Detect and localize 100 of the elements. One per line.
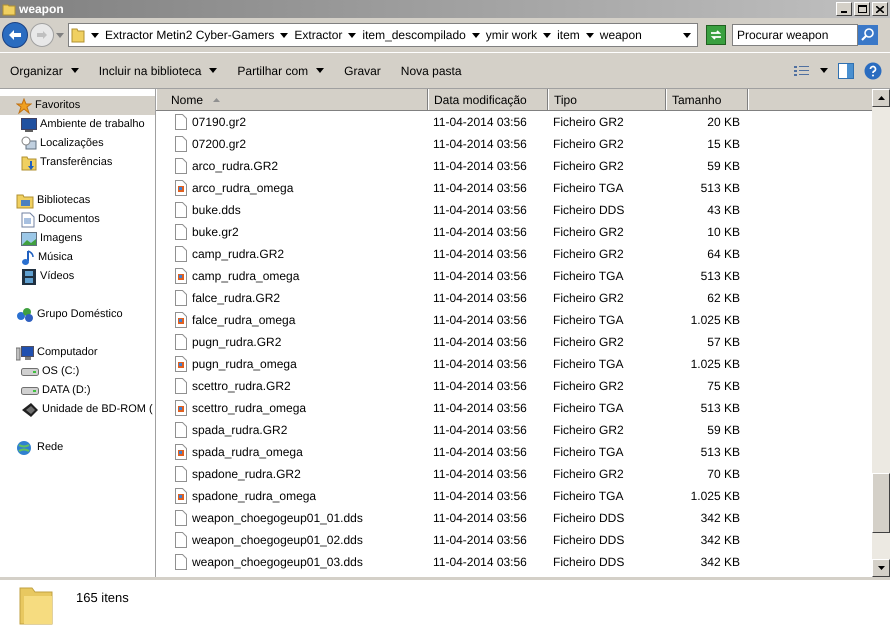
file-row[interactable]: spadone_rudra.GR2 11-04-2014 03:56 Ficheiro GR2 70 KB: [156, 463, 872, 485]
size-cell-text: 342 KB: [700, 510, 740, 527]
network-icon: [16, 440, 34, 456]
nav-item[interactable]: Transferências: [0, 153, 155, 172]
file-row[interactable]: 07200.gr2 11-04-2014 03:56 Ficheiro GR2 15 KB: [156, 133, 872, 155]
file-row[interactable]: weapon_choegogeup01_02.dds 11-04-2014 03:56 Ficheiro DDS 342 KB: [156, 529, 872, 551]
dropdown-icon: [316, 68, 324, 73]
address-bar[interactable]: Extractor Metin2 Cyber-Gamers Extractor item_descompilado ymir work item weapon: [68, 23, 698, 47]
size-cell-text: 10 KB: [706, 224, 740, 241]
file-name: camp_rudra_omega: [192, 268, 300, 285]
date-cell-text: 11-04-2014 03:56: [432, 334, 528, 351]
file-name: spadone_rudra.GR2: [192, 466, 301, 483]
nav-item[interactable]: DATA (D:): [0, 381, 155, 400]
maximize-button[interactable]: [854, 2, 870, 16]
file-row[interactable]: weapon_choegogeup01_01.dds 11-04-2014 03:56 Ficheiro DDS 342 KB: [156, 507, 872, 529]
file-name: spadone_rudra_omega: [192, 488, 316, 505]
breadcrumb[interactable]: item_descompilado: [362, 26, 466, 44]
type-cell-text: Ficheiro GR2: [552, 466, 625, 483]
toolbar-button[interactable]: Nova pasta: [400, 62, 462, 80]
nav-item[interactable]: Unidade de BD-ROM (: [0, 400, 155, 419]
toolbar-button[interactable]: Organizar: [10, 62, 79, 80]
size-cell-text: 59 KB: [706, 158, 740, 175]
file-row[interactable]: weapon_choegogeup01_03.dds 11-04-2014 03:56 Ficheiro DDS 342 KB: [156, 551, 872, 573]
search-icon[interactable]: [858, 25, 878, 45]
file-name: 07200.gr2: [192, 136, 246, 153]
nav-item[interactable]: Rede: [0, 438, 155, 457]
toolbar-button[interactable]: Partilhar com: [237, 62, 324, 80]
nav-item[interactable]: Grupo Doméstico: [0, 305, 155, 324]
file-row[interactable]: buke.dds 11-04-2014 03:56 Ficheiro DDS 43 KB: [156, 199, 872, 221]
date-cell-text: 11-04-2014 03:56: [432, 224, 528, 241]
breadcrumb[interactable]: ymir work: [486, 26, 538, 44]
window-title: weapon: [19, 1, 64, 18]
scroll-thumb[interactable]: [872, 473, 890, 533]
date-cell-text: 11-04-2014 03:56: [432, 202, 528, 219]
file-name: buke.gr2: [192, 224, 239, 241]
column-header[interactable]: Tamanho: [666, 89, 748, 110]
toolbar-button[interactable]: Gravar: [344, 62, 381, 80]
breadcrumb[interactable]: Extractor: [294, 26, 342, 44]
file-icon: [175, 510, 187, 526]
file-row[interactable]: scettro_rudra.GR2 11-04-2014 03:56 Ficheiro GR2 75 KB: [156, 375, 872, 397]
file-row[interactable]: arco_rudra_omega 11-04-2014 03:56 Ficheiro TGA 513 KB: [156, 177, 872, 199]
dropdown-icon[interactable]: [683, 32, 691, 38]
drive-icon: [21, 368, 39, 376]
file-row[interactable]: scettro_rudra_omega 11-04-2014 03:56 Ficheiro TGA 513 KB: [156, 397, 872, 419]
breadcrumb[interactable]: item: [557, 26, 580, 44]
file-row[interactable]: buke.gr2 11-04-2014 03:56 Ficheiro GR2 10 KB: [156, 221, 872, 243]
view-list-icon[interactable]: [794, 64, 810, 76]
file-row[interactable]: camp_rudra.GR2 11-04-2014 03:56 Ficheiro GR2 64 KB: [156, 243, 872, 265]
type-cell-text: Ficheiro TGA: [552, 312, 624, 329]
close-button[interactable]: [872, 2, 888, 16]
column-header[interactable]: Data modificação: [428, 89, 548, 110]
type-cell-text: Ficheiro DDS: [552, 532, 626, 549]
nav-item[interactable]: Ambiente de trabalho: [0, 115, 155, 134]
nav-item[interactable]: Computador: [0, 343, 155, 362]
down-arrow-icon: [878, 566, 884, 570]
search-field[interactable]: Procurar weapon: [732, 24, 858, 46]
up-arrow-icon: [878, 96, 884, 100]
preview-pane-icon[interactable]: [838, 62, 854, 78]
dropdown-icon[interactable]: [820, 68, 828, 73]
nav-item[interactable]: Bibliotecas: [0, 191, 155, 210]
file-name: pugn_rudra_omega: [192, 356, 297, 373]
history-dropdown-icon[interactable]: [56, 32, 64, 38]
type-cell-text: Ficheiro GR2: [552, 378, 625, 395]
minimize-button[interactable]: [836, 2, 852, 16]
toolbar-button[interactable]: Incluir na biblioteca: [98, 62, 218, 80]
file-row[interactable]: pugn_rudra_omega 11-04-2014 03:56 Ficheiro TGA 1.025 KB: [156, 353, 872, 375]
file-row[interactable]: 07190.gr2 11-04-2014 03:56 Ficheiro GR2 20 KB: [156, 111, 872, 133]
file-row[interactable]: pugn_rudra.GR2 11-04-2014 03:56 Ficheiro GR2 57 KB: [156, 331, 872, 353]
file-row[interactable]: arco_rudra.GR2 11-04-2014 03:56 Ficheiro GR2 59 KB: [156, 155, 872, 177]
help-icon[interactable]: [864, 62, 882, 80]
scroll-up-button[interactable]: [872, 89, 890, 107]
breadcrumb[interactable]: Extractor Metin2 Cyber-Gamers: [105, 26, 274, 44]
image-file-icon: [175, 400, 187, 416]
file-name: falce_rudra.GR2: [192, 290, 280, 307]
scroll-down-button[interactable]: [872, 559, 890, 577]
vertical-scrollbar[interactable]: [872, 89, 890, 577]
column-header[interactable]: Nome: [156, 89, 428, 110]
back-button[interactable]: [2, 22, 28, 48]
nav-item[interactable]: Música: [0, 248, 155, 267]
file-name: 07190.gr2: [192, 114, 246, 131]
file-row[interactable]: falce_rudra.GR2 11-04-2014 03:56 Ficheiro GR2 62 KB: [156, 287, 872, 309]
file-row[interactable]: spadone_rudra_omega 11-04-2014 03:56 Ficheiro TGA 1.025 KB: [156, 485, 872, 507]
file-row[interactable]: spada_rudra.GR2 11-04-2014 03:56 Ficheiro GR2 59 KB: [156, 419, 872, 441]
file-name: arco_rudra_omega: [192, 180, 294, 197]
file-row[interactable]: falce_rudra_omega 11-04-2014 03:56 Ficheiro TGA 1.025 KB: [156, 309, 872, 331]
file-row[interactable]: spada_rudra_omega 11-04-2014 03:56 Ficheiro TGA 513 KB: [156, 441, 872, 463]
nav-item[interactable]: Documentos: [0, 210, 155, 229]
computer-clock-icon: [21, 136, 37, 152]
file-name: weapon_choegogeup01_02.dds: [192, 532, 363, 549]
date-cell-text: 11-04-2014 03:56: [432, 114, 528, 131]
file-row[interactable]: camp_rudra_omega 11-04-2014 03:56 Ficheiro TGA 513 KB: [156, 265, 872, 287]
nav-item[interactable]: Vídeos: [0, 267, 155, 286]
breadcrumb[interactable]: weapon: [600, 26, 642, 44]
nav-item[interactable]: OS (C:): [0, 362, 155, 381]
nav-item[interactable]: Localizações: [0, 134, 155, 153]
type-cell-text: Ficheiro GR2: [552, 114, 625, 131]
column-header[interactable]: Tipo: [548, 89, 666, 110]
refresh-button[interactable]: [706, 25, 726, 45]
nav-item[interactable]: Favoritos: [0, 96, 155, 115]
nav-item[interactable]: Imagens: [0, 229, 155, 248]
